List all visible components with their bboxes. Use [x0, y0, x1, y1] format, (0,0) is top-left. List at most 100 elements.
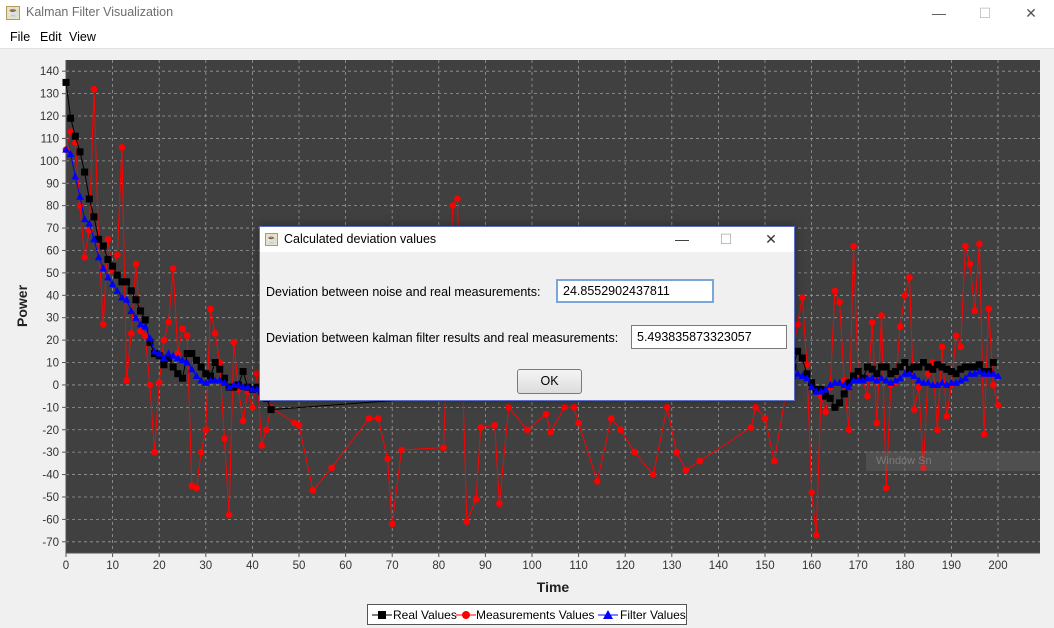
legend-measurements-values: Measurements Values [476, 608, 595, 622]
y-tick-label: 40 [46, 290, 59, 302]
dialog-title: Calculated deviation values [284, 232, 437, 246]
data-point [127, 287, 135, 295]
menu-edit[interactable]: Edit [40, 30, 62, 44]
y-tick-label: -50 [42, 492, 59, 504]
data-point [197, 363, 205, 371]
data-point [808, 489, 815, 496]
data-point [239, 367, 247, 375]
data-point [472, 495, 480, 503]
data-point [976, 240, 983, 248]
dialog-close-button[interactable]: ✕ [749, 227, 793, 252]
menu-file[interactable]: File [10, 30, 30, 44]
data-point [868, 318, 876, 326]
data-point [971, 307, 978, 315]
data-point [798, 354, 806, 362]
data-point [211, 359, 219, 367]
noise-deviation-label: Deviation between noise and real measure… [266, 285, 541, 299]
data-point [258, 442, 266, 449]
data-point [192, 356, 200, 364]
data-point [123, 278, 131, 286]
kalman-deviation-field[interactable] [631, 325, 787, 349]
data-point [826, 394, 834, 402]
minimize-button[interactable]: — [916, 0, 962, 26]
data-point [882, 484, 890, 492]
data-point [188, 350, 196, 358]
data-point [980, 430, 988, 438]
data-point [836, 399, 844, 407]
data-point [617, 426, 624, 434]
data-point [752, 404, 759, 411]
data-point [631, 448, 638, 456]
noise-deviation-field[interactable] [556, 279, 714, 303]
data-point [127, 330, 135, 337]
data-point [365, 415, 373, 422]
data-point [85, 195, 93, 203]
window-titlebar[interactable]: ☕ Kalman Filter Visualization — ☐ ✕ [0, 0, 1054, 26]
data-point [747, 424, 755, 431]
data-point [179, 325, 186, 333]
y-tick-label: -30 [42, 447, 59, 459]
ok-button[interactable]: OK [517, 369, 582, 394]
y-tick-label: 30 [46, 313, 59, 325]
close-button[interactable]: ✕ [1008, 0, 1054, 26]
x-tick-label: 40 [246, 560, 259, 572]
dialog-maximize-button[interactable]: ☐ [704, 227, 748, 252]
dialog-minimize-button[interactable]: — [660, 227, 704, 252]
y-tick-label: -40 [42, 470, 59, 482]
data-point [952, 332, 960, 339]
data-point [454, 195, 461, 203]
x-tick-label: 200 [988, 560, 1007, 572]
data-point [155, 379, 163, 386]
data-point [267, 406, 275, 414]
legend-real-values: Real Values [393, 608, 457, 622]
data-point [593, 477, 601, 485]
y-tick-label: -70 [42, 537, 59, 549]
data-point [649, 471, 657, 478]
window-snip-watermark: Window Sn [866, 451, 1040, 471]
data-point [934, 426, 941, 434]
data-point [81, 168, 89, 176]
x-tick-label: 20 [153, 560, 166, 572]
data-point [491, 421, 499, 429]
data-point [179, 374, 186, 382]
y-tick-label: 60 [46, 245, 59, 257]
data-point [225, 511, 233, 519]
data-point [673, 448, 680, 456]
deviation-dialog: ☕ Calculated deviation values — ☐ ✕ Devi… [259, 226, 795, 401]
data-point [682, 466, 690, 474]
y-tick-label: 100 [40, 156, 59, 168]
data-point [67, 114, 75, 122]
data-point [840, 390, 848, 398]
data-point [132, 296, 140, 304]
y-tick-label: 130 [40, 89, 59, 101]
data-point [496, 500, 503, 508]
data-point [836, 298, 843, 306]
data-point [169, 363, 177, 371]
data-point [81, 253, 88, 261]
data-point [850, 242, 857, 250]
y-tick-label: -10 [42, 402, 59, 414]
data-point [771, 457, 778, 465]
data-point [328, 464, 335, 472]
data-point [943, 413, 951, 420]
data-point [211, 330, 219, 337]
maximize-button[interactable]: ☐ [962, 0, 1008, 26]
data-point [374, 415, 382, 422]
window-title: Kalman Filter Visualization [26, 5, 174, 19]
menu-bar: File Edit View [0, 26, 1054, 49]
data-point [938, 343, 946, 351]
data-point [141, 316, 149, 324]
legend-filter-values: Filter Values [620, 608, 686, 622]
y-tick-label: 0 [53, 380, 59, 392]
x-tick-label: 30 [199, 560, 212, 572]
x-axis-label: Time [537, 579, 570, 595]
menu-view[interactable]: View [69, 30, 96, 44]
data-point [607, 415, 615, 422]
data-point [113, 251, 121, 259]
dialog-titlebar[interactable]: ☕ Calculated deviation values — ☐ ✕ [260, 227, 794, 252]
data-point [798, 294, 806, 301]
data-point [71, 132, 79, 140]
y-tick-label: -60 [42, 514, 59, 526]
x-tick-label: 110 [569, 560, 587, 572]
x-tick-label: 170 [849, 560, 868, 572]
